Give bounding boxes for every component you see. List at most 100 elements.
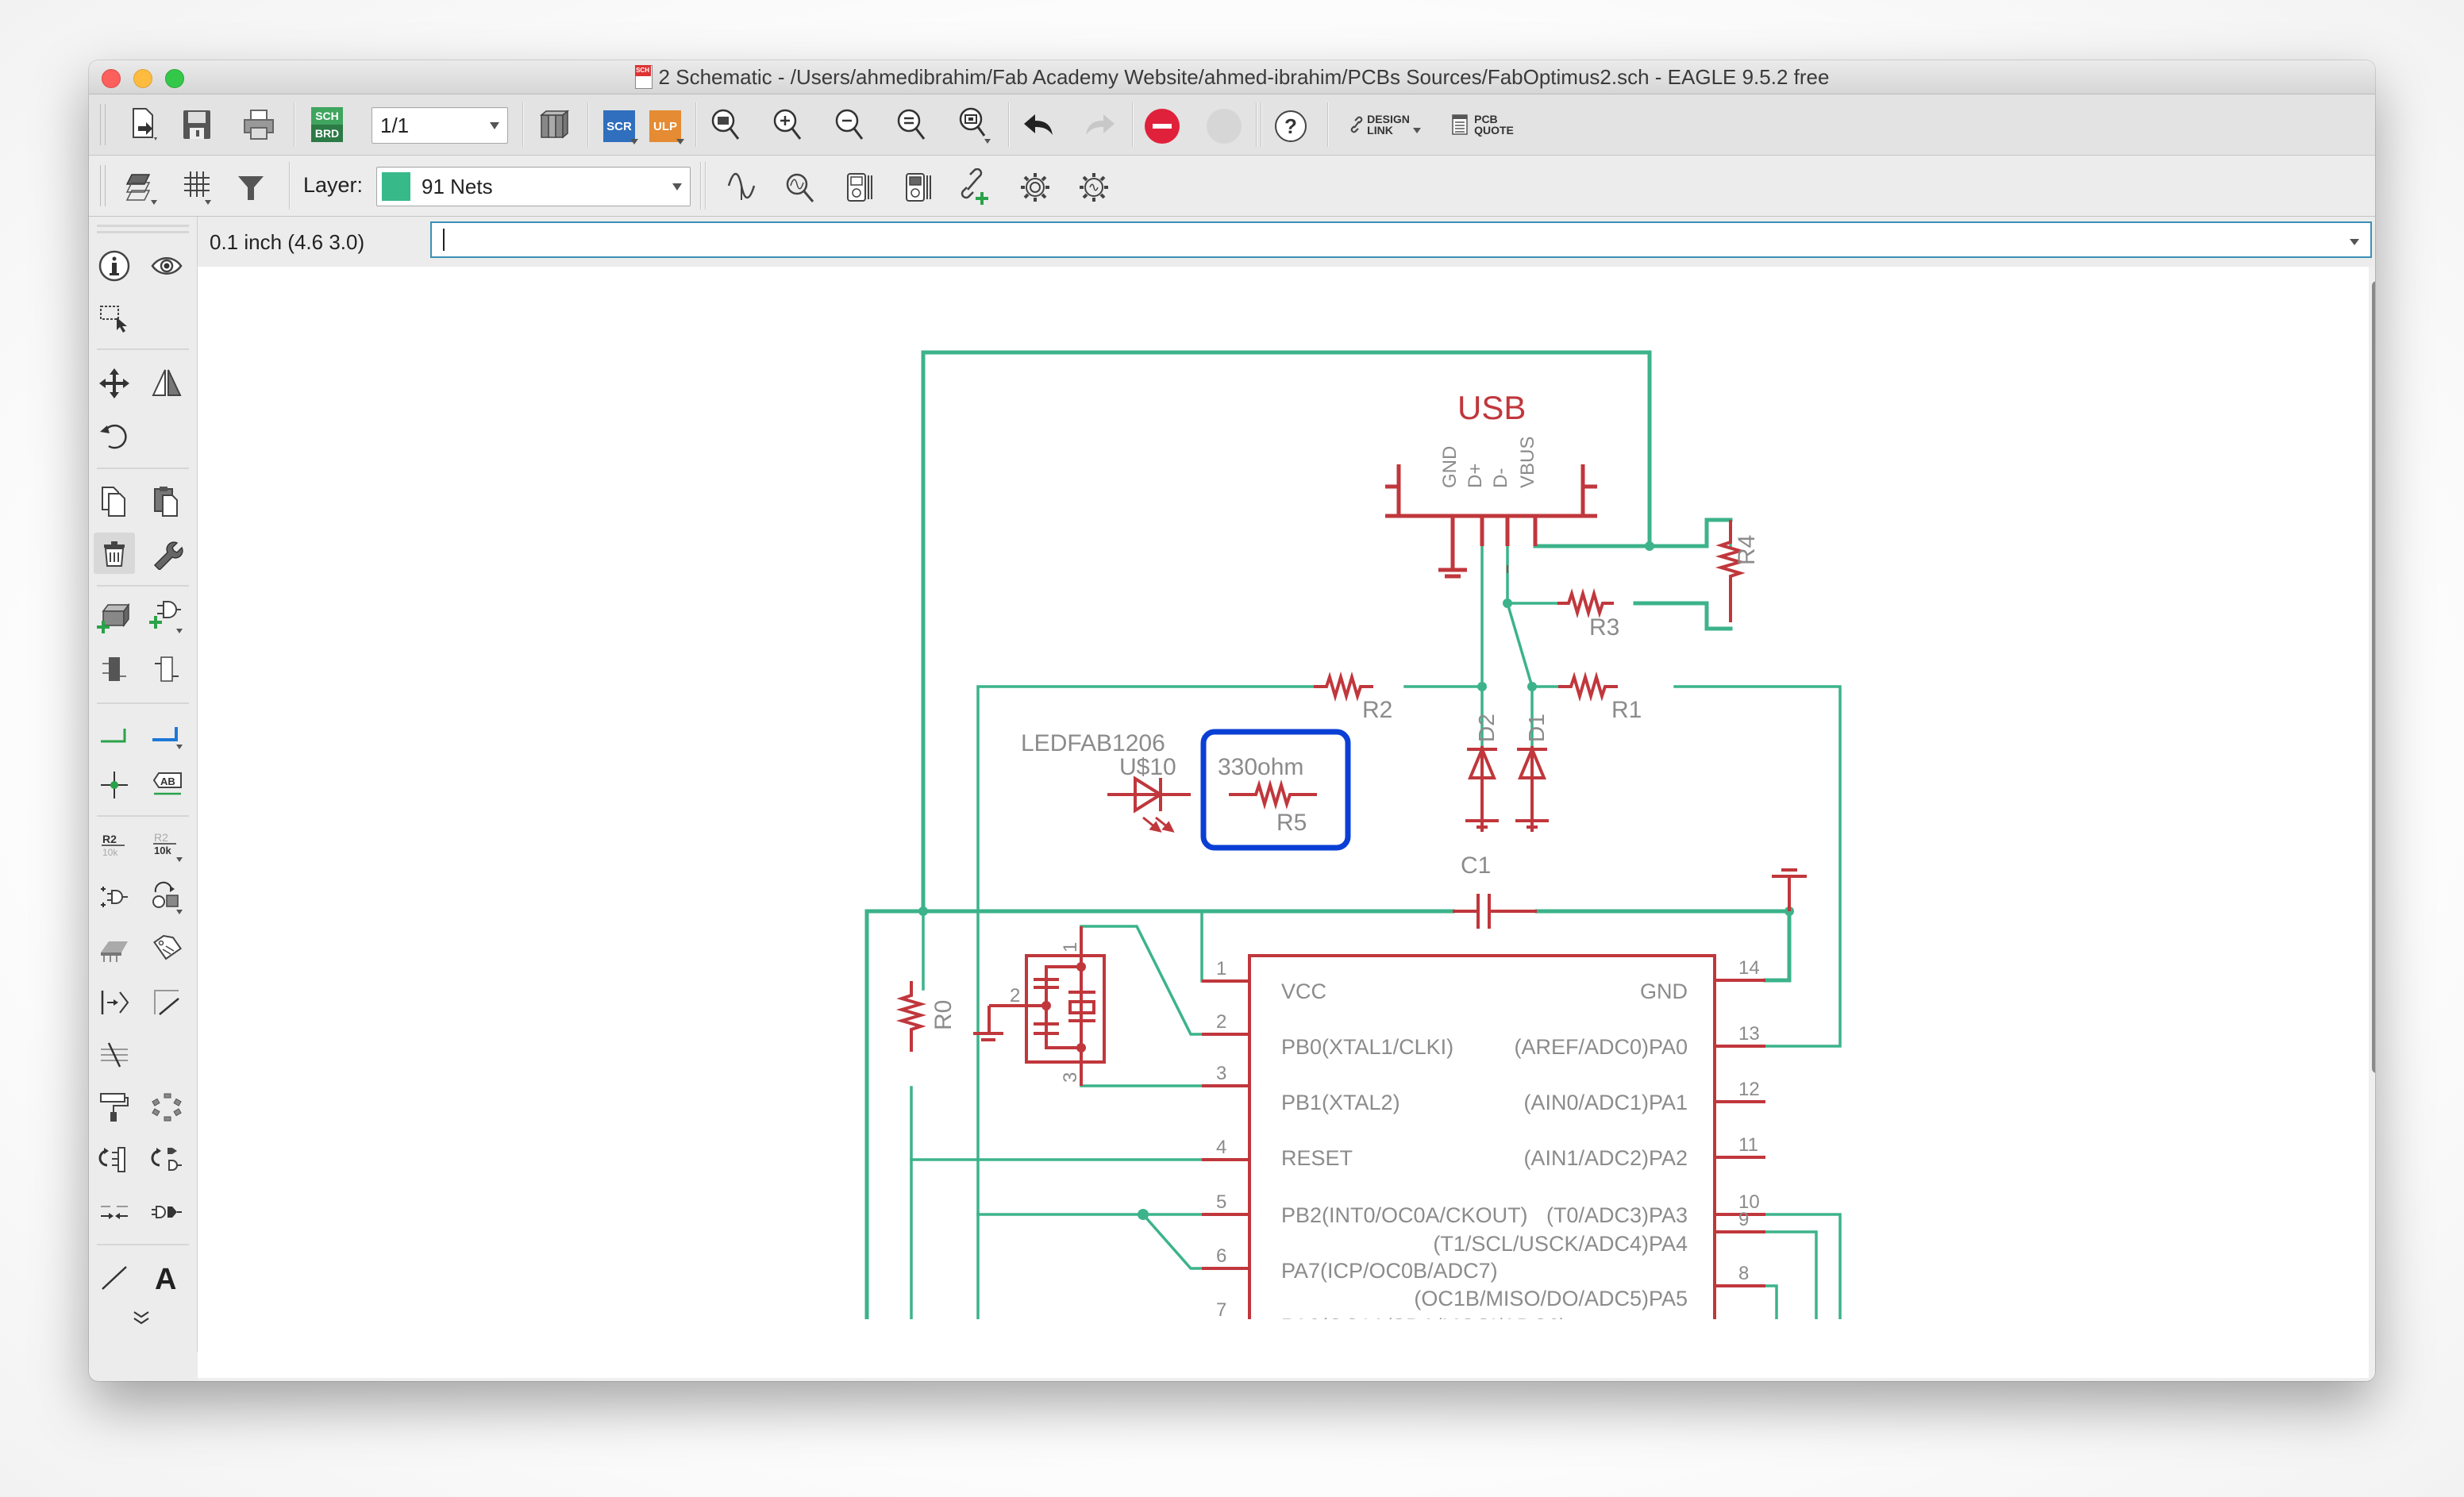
miter-tool[interactable]	[146, 982, 187, 1023]
design-link-button[interactable]: DESIGN LINK	[1342, 107, 1429, 142]
chevron-down-icon	[630, 139, 638, 144]
mirror-tool[interactable]	[146, 363, 187, 404]
probe-button[interactable]	[780, 167, 821, 208]
redo-button[interactable]	[1081, 106, 1119, 144]
pinswap-tool[interactable]	[94, 877, 135, 918]
stop-button[interactable]	[1143, 107, 1181, 145]
palette-separator	[97, 815, 189, 817]
pcb-quote-button[interactable]: PCB QUOTE	[1443, 107, 1523, 142]
zoom-fit-button[interactable]	[706, 106, 745, 144]
line-icon	[102, 1266, 127, 1290]
display-layers-button[interactable]	[121, 167, 162, 208]
junction-tool[interactable]	[94, 764, 135, 806]
line-tool[interactable]	[94, 1256, 135, 1298]
link-chain-icon	[1350, 116, 1363, 133]
run-ulp-button[interactable]: ULP	[646, 107, 684, 145]
simulate-button[interactable]	[721, 167, 762, 208]
sheet-select[interactable]: 1/1	[372, 107, 508, 144]
bus-tool[interactable]	[146, 714, 187, 755]
package-swap-icon	[152, 881, 183, 914]
gateswap-tool[interactable]	[146, 648, 187, 690]
add-link-button[interactable]	[956, 167, 997, 208]
replace-tool[interactable]	[94, 648, 135, 690]
show-tool[interactable]	[146, 245, 187, 287]
schematic-canvas[interactable]	[198, 267, 2369, 1381]
horizontal-scrollbar[interactable]	[198, 1378, 2369, 1381]
rotate-tool[interactable]	[94, 415, 135, 456]
coordinate-readout: 0.1 inch (4.6 3.0)	[210, 230, 365, 254]
toolbar-grip[interactable]	[100, 104, 106, 145]
optimize-tool[interactable]	[94, 1034, 135, 1076]
plug-tool[interactable]	[146, 1191, 187, 1233]
copy-icon	[102, 487, 125, 517]
add-symbol-tool[interactable]	[146, 596, 187, 637]
gateswap-icon	[155, 656, 179, 682]
filter-button[interactable]	[230, 167, 271, 208]
undo-button[interactable]	[1019, 106, 1057, 144]
add-part-tool[interactable]	[94, 596, 135, 637]
split-tool[interactable]	[94, 982, 135, 1023]
net-tool[interactable]	[94, 714, 135, 755]
attribute-tool[interactable]	[146, 929, 187, 971]
move-tool[interactable]	[94, 363, 135, 404]
copy-tool[interactable]	[94, 480, 135, 521]
gear-icon	[1080, 173, 1108, 202]
swap-connector-tool[interactable]	[146, 1139, 187, 1180]
print-button[interactable]	[240, 106, 278, 144]
drc-button[interactable]	[897, 167, 938, 208]
pinswap-icon	[101, 887, 128, 907]
slice-tool[interactable]	[94, 1191, 135, 1233]
settings-2-button[interactable]	[1073, 167, 1115, 208]
delete-tool[interactable]	[94, 533, 135, 574]
command-input[interactable]	[430, 221, 2372, 258]
script-icon: SCR	[603, 110, 635, 142]
zoom-redraw-button[interactable]	[892, 106, 930, 144]
switch-sch-brd-button[interactable]: SCH BRD	[310, 107, 345, 142]
main-toolbar: SCH BRD 1/1 SCR ULP ? DESIGN LINK PCB QU…	[89, 94, 2375, 156]
open-file-button[interactable]	[125, 106, 164, 144]
smash-tool[interactable]	[94, 929, 135, 971]
vertical-scrollbar-thumb[interactable]	[2372, 281, 2375, 1073]
info-tool[interactable]	[94, 245, 135, 287]
settings-1-button[interactable]	[1014, 167, 1056, 208]
optimize-icon	[101, 1042, 128, 1068]
chevron-down-icon	[490, 122, 499, 129]
value-tool[interactable]: R2 10k	[146, 825, 187, 866]
palette-separator	[97, 585, 189, 587]
zoom-in-button[interactable]	[768, 106, 807, 144]
invoke-tool[interactable]	[94, 1139, 135, 1180]
help-button[interactable]: ?	[1272, 107, 1310, 145]
stop-icon	[1145, 109, 1180, 144]
pads-circle-icon	[152, 1093, 182, 1122]
erc-button[interactable]	[838, 167, 880, 208]
ripup-tool[interactable]	[146, 1087, 187, 1128]
quote-document-icon	[1452, 114, 1468, 135]
zoom-select-button[interactable]	[954, 106, 995, 144]
layer-select[interactable]: 91 Nets	[376, 167, 691, 206]
chevron-down-icon	[1412, 127, 1421, 133]
group-tool[interactable]	[94, 298, 135, 339]
go-button[interactable]	[1205, 107, 1243, 145]
name-tool[interactable]: R2 10k	[94, 825, 135, 866]
palette-grip[interactable]	[97, 231, 189, 233]
more-tools-button[interactable]	[121, 1303, 162, 1334]
save-button[interactable]	[178, 106, 216, 144]
redo-arrow-icon	[1086, 114, 1115, 135]
paste-tool[interactable]	[146, 480, 187, 521]
svg-text:R2: R2	[102, 833, 117, 845]
text-tool[interactable]: A	[146, 1256, 187, 1298]
zoom-out-button[interactable]	[830, 106, 868, 144]
zoom-out-icon	[835, 109, 864, 140]
mirror-icon	[152, 369, 182, 396]
replace-package-tool[interactable]	[146, 877, 187, 918]
change-tool[interactable]	[146, 533, 187, 574]
label-tool[interactable]: AB	[146, 764, 187, 806]
library-button[interactable]	[535, 106, 573, 144]
paint-roller-tool[interactable]	[94, 1087, 135, 1128]
command-history-dropdown-icon[interactable]	[2350, 239, 2359, 245]
toolbar-separator	[289, 162, 290, 210]
run-script-button[interactable]: SCR	[600, 107, 638, 145]
palette-grip[interactable]	[97, 225, 189, 227]
grid-button[interactable]	[176, 167, 218, 208]
toolbar-grip[interactable]	[100, 165, 106, 206]
